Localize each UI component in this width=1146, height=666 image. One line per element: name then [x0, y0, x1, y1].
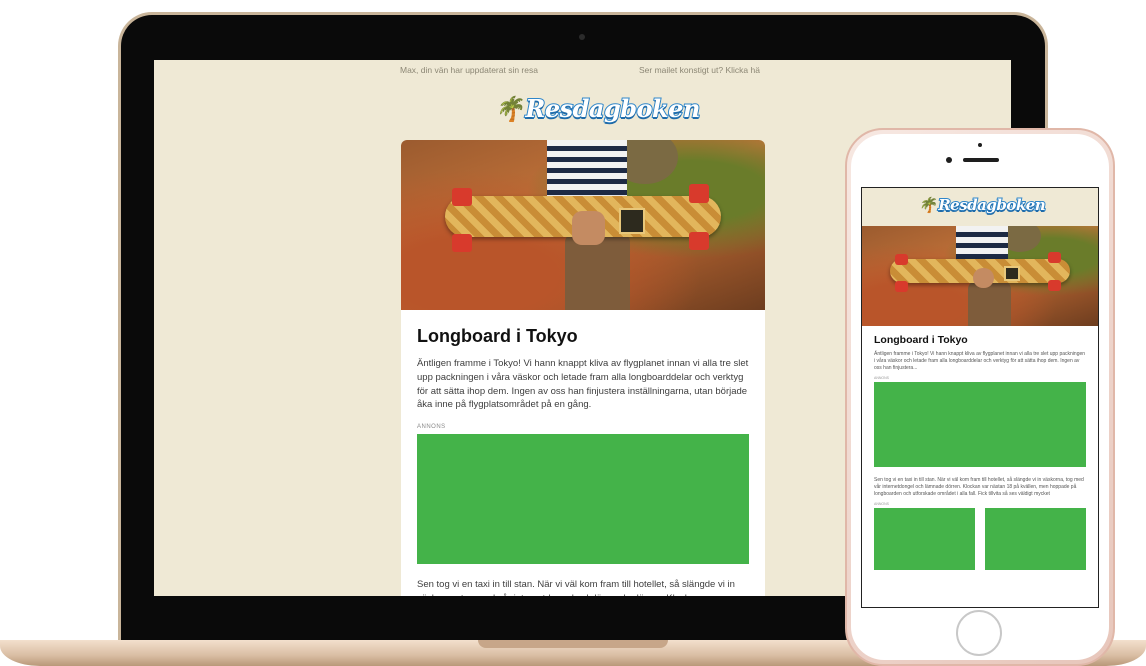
- palm-tree-icon: 🌴: [918, 196, 937, 214]
- phone-ad-banner-right[interactable]: [985, 508, 1086, 570]
- phone-ad-banner[interactable]: [874, 382, 1086, 467]
- phone-speaker: [963, 158, 999, 162]
- phone-home-button[interactable]: [956, 610, 1002, 656]
- logo-text: Resdagboken: [937, 195, 1047, 215]
- ad-banner[interactable]: [417, 434, 749, 565]
- phone-article-intro: Äntligen framme i Tokyo! Vi hann knappt …: [874, 351, 1086, 371]
- phone-resdagboken-logo[interactable]: 🌴 Resdagboken: [918, 195, 1047, 215]
- phone-camera: [946, 157, 952, 163]
- phone-ad-banner-left[interactable]: [874, 508, 975, 570]
- article-title: Longboard i Tokyo: [417, 326, 578, 346]
- hero-image-longboard[interactable]: [401, 140, 765, 310]
- article-intro-text: Äntligen framme i Tokyo! Vi hann knappt …: [417, 358, 749, 411]
- phone-article-title: Longboard i Tokyo: [874, 334, 968, 346]
- resdagboken-logo[interactable]: 🌴Resdagboken: [494, 93, 701, 124]
- phone-sensor: [978, 143, 982, 147]
- phone-email-header: 🌴 Resdagboken: [862, 188, 1098, 226]
- ad-label: ANNONS: [417, 424, 446, 431]
- logo-text: Resdagboken: [524, 93, 701, 124]
- phone-screen: 🌴 Resdagboken Longboard i Tokyo Äntligen …: [861, 187, 1099, 608]
- email-preheader: Max, din vän har uppdaterat sin resa Ser…: [154, 60, 1011, 78]
- laptop-camera: [579, 34, 585, 40]
- preheader-friend-update-link[interactable]: Max, din vän har uppdaterat sin resa: [400, 65, 538, 75]
- article-body-text: Sen tog vi en taxi in till stan. När vi …: [417, 579, 735, 596]
- view-in-browser-link[interactable]: Ser mailet konstigt ut? Klicka hä: [639, 65, 760, 75]
- phone-article-body: Sen tog vi en taxi in till stan. När vi …: [874, 477, 1084, 497]
- phone-ad-label-2: ANNONS: [874, 502, 889, 506]
- email-article-card: Longboard i Tokyo Äntligen framme i Toky…: [401, 140, 765, 596]
- phone-ad-label: ANNONS: [874, 376, 889, 380]
- palm-tree-icon: 🌴: [494, 94, 524, 123]
- phone-hero-image-longboard[interactable]: [862, 226, 1098, 326]
- laptop-notch: [478, 640, 668, 648]
- phone-ad-row: [874, 508, 1086, 570]
